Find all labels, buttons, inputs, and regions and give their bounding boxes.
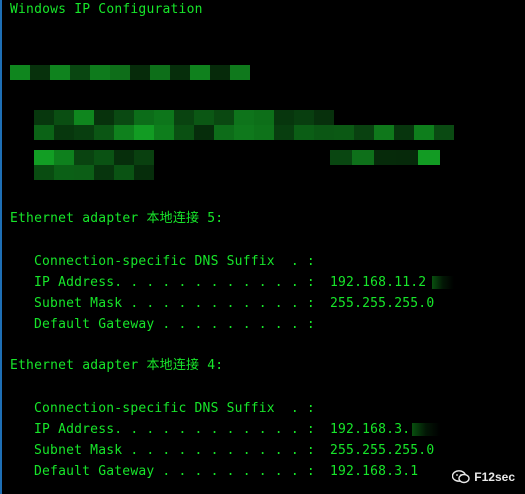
ip-address-value: 192.168.3. [330, 422, 411, 437]
config-header: Windows IP Configuration [10, 2, 203, 17]
redaction-cell [94, 125, 114, 140]
watermark-text: F12sec [474, 470, 515, 484]
redaction-cell [254, 125, 274, 140]
redaction-cell [396, 150, 418, 165]
redaction-cell [230, 65, 250, 80]
redaction-cell [330, 150, 352, 165]
redaction-cell [234, 125, 254, 140]
default-gateway-value: 192.168.3.1 [330, 464, 419, 479]
redaction-cell [134, 125, 154, 140]
redaction-cell [354, 125, 374, 140]
redaction-cell [134, 165, 154, 180]
ip-address-label: IP Address. . . . . . . . . . . . : [34, 422, 315, 437]
redaction-cell [194, 110, 214, 125]
redaction-cell [54, 150, 74, 165]
subnet-mask-label: Subnet Mask . . . . . . . . . . . : [34, 443, 315, 458]
redaction-cell [74, 125, 94, 140]
redaction-cell [134, 110, 154, 125]
ip-address-value: 192.168.11.2 [330, 275, 427, 290]
redaction-cell [418, 150, 440, 165]
redaction-cell [94, 165, 114, 180]
redaction-cell [254, 110, 274, 125]
redaction-cell [34, 150, 54, 165]
redaction-cell [314, 125, 334, 140]
redaction-cell [134, 150, 154, 165]
adapter-title-5: Ethernet adapter 本地连接 5: [10, 211, 224, 226]
default-gateway-label: Default Gateway . . . . . . . . . : [34, 464, 315, 479]
redaction-cell [114, 150, 134, 165]
redaction-cell [150, 65, 170, 80]
redaction-cell [394, 125, 414, 140]
redaction-cell [170, 65, 190, 80]
ip-redaction [412, 423, 440, 436]
redaction-cell [74, 165, 94, 180]
redaction-cell [74, 110, 94, 125]
redaction-cell [274, 125, 294, 140]
redaction-cell [214, 110, 234, 125]
redaction-cell [34, 165, 54, 180]
redaction-cell [294, 110, 314, 125]
redaction-cell [374, 125, 394, 140]
redaction-cell [130, 65, 150, 80]
subnet-mask-value: 255.255.255.0 [330, 296, 435, 311]
dns-suffix-label: Connection-specific DNS Suffix . : [34, 401, 315, 416]
redaction-cell [174, 110, 194, 125]
redaction-cell [114, 165, 134, 180]
redaction-cell [214, 125, 234, 140]
wechat-icon [452, 470, 470, 484]
redaction-cell [94, 150, 114, 165]
redaction-cell [54, 125, 74, 140]
redaction-cell [314, 110, 334, 125]
redaction-cell [374, 150, 396, 165]
redaction-cell [54, 165, 74, 180]
subnet-mask-value: 255.255.255.0 [330, 443, 435, 458]
redaction-cell [34, 125, 54, 140]
redaction-cell [194, 125, 214, 140]
redacted-region [0, 60, 525, 190]
redaction-cell [414, 125, 434, 140]
redaction-cell [154, 125, 174, 140]
redaction-cell [50, 65, 70, 80]
redaction-cell [190, 65, 210, 80]
redaction-cell [114, 110, 134, 125]
subnet-mask-label: Subnet Mask . . . . . . . . . . . : [34, 296, 315, 311]
redaction-cell [70, 65, 90, 80]
redaction-cell [434, 125, 454, 140]
redaction-cell [210, 65, 230, 80]
redaction-cell [110, 65, 130, 80]
redaction-cell [10, 65, 30, 80]
redaction-cell [174, 125, 194, 140]
console-window: Windows IP Configuration Ethernet adapte… [0, 0, 525, 494]
redaction-cell [54, 110, 74, 125]
redaction-cell [114, 125, 134, 140]
default-gateway-label: Default Gateway . . . . . . . . . : [34, 317, 315, 332]
redaction-cell [274, 110, 294, 125]
redaction-cell [334, 125, 354, 140]
watermark: F12sec [452, 470, 515, 484]
dns-suffix-label: Connection-specific DNS Suffix . : [34, 254, 315, 269]
redaction-cell [94, 110, 114, 125]
ip-address-label: IP Address. . . . . . . . . . . . : [34, 275, 315, 290]
redaction-cell [294, 125, 314, 140]
redaction-cell [352, 150, 374, 165]
redaction-cell [34, 110, 54, 125]
adapter-title-4: Ethernet adapter 本地连接 4: [10, 358, 224, 373]
redaction-cell [90, 65, 110, 80]
redaction-cell [30, 65, 50, 80]
redaction-cell [154, 110, 174, 125]
redaction-cell [74, 150, 94, 165]
ip-redaction [432, 276, 454, 289]
redaction-cell [234, 110, 254, 125]
